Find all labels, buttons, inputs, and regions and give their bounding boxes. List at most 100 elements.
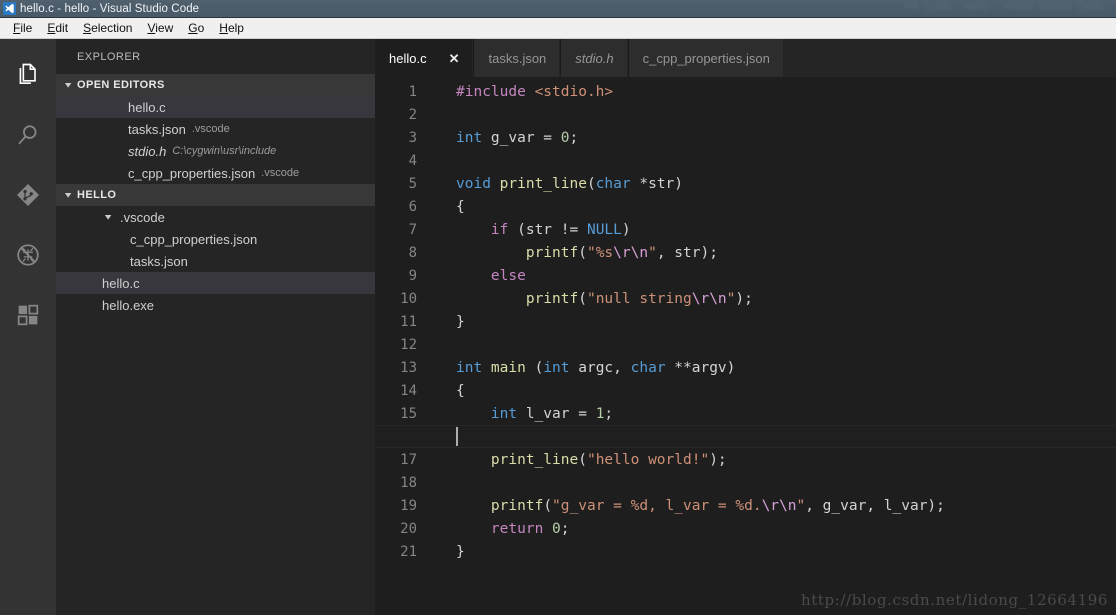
code-line-text: { bbox=[438, 199, 465, 215]
line-number: 3 bbox=[408, 129, 417, 146]
line-number: 2 bbox=[408, 106, 417, 123]
folder-tree-folder[interactable]: .vscode bbox=[56, 206, 375, 228]
code-token: 0 bbox=[552, 520, 561, 537]
code-line: 5 void print_line(char *str) bbox=[375, 172, 1116, 195]
section-header-open-editors[interactable]: OPEN EDITORS bbox=[56, 74, 375, 96]
line-number: 4 bbox=[408, 152, 417, 169]
code-line-text: int main (int argc, char **argv) bbox=[438, 360, 735, 376]
code-line: 1 #include <stdio.h> bbox=[375, 80, 1116, 103]
line-number: 20 bbox=[400, 520, 417, 537]
code-line-text: printf("g_var = %d, l_var = %d.\r\n", g_… bbox=[438, 498, 945, 514]
explorer-title: EXPLORER bbox=[77, 50, 141, 63]
line-number: 18 bbox=[400, 474, 417, 491]
menu-item-go[interactable]: Go bbox=[181, 19, 212, 37]
editor-tab[interactable]: tasks.json bbox=[473, 39, 561, 77]
code-line: 4 bbox=[375, 149, 1116, 172]
code-line: 14 { bbox=[375, 379, 1116, 402]
menu-item-help[interactable]: Help bbox=[212, 19, 252, 37]
open-editor-item[interactable]: stdio.h C:\cygwin\usr\include bbox=[56, 140, 375, 162]
debug-icon bbox=[14, 241, 42, 269]
activity-item-explorer[interactable] bbox=[0, 45, 56, 105]
activity-item-debug[interactable] bbox=[0, 225, 56, 285]
code-token: ) bbox=[621, 221, 631, 238]
menu-item-view[interactable]: View bbox=[140, 19, 181, 37]
code-token: ( bbox=[578, 244, 587, 261]
open-editor-filename: stdio.h bbox=[128, 143, 167, 159]
code-line: 2 bbox=[375, 103, 1116, 126]
code-line-text: { bbox=[438, 383, 465, 399]
code-token: ); bbox=[709, 451, 727, 468]
section-header-folder[interactable]: HELLO bbox=[56, 184, 375, 206]
code-token: g_var = bbox=[490, 129, 561, 146]
file-name: hello.c bbox=[102, 275, 140, 291]
tab-bar-filler bbox=[783, 39, 1116, 77]
file-name: c_cpp_properties.json bbox=[130, 231, 258, 247]
code-token: ; bbox=[604, 405, 614, 422]
code-token: int bbox=[490, 405, 526, 422]
menu-item-file[interactable]: File bbox=[6, 19, 40, 37]
code-token: <stdio.h> bbox=[534, 83, 614, 100]
open-editor-filepath: .vscode bbox=[261, 167, 300, 179]
code-token: " bbox=[796, 497, 806, 514]
line-number: 15 bbox=[400, 405, 417, 422]
line-number: 1 bbox=[408, 83, 417, 100]
chevron-down-icon bbox=[102, 211, 115, 224]
source-control-icon bbox=[13, 180, 43, 210]
search-icon bbox=[14, 121, 42, 149]
editor-group: hello.c ✕ tasks.json stdio.h c_cpp_propertie… bbox=[375, 39, 1116, 615]
open-editor-filename: tasks.json bbox=[128, 121, 186, 137]
code-token: char bbox=[595, 175, 640, 192]
code-line: 16 bbox=[375, 425, 1116, 448]
code-token: 0 bbox=[560, 129, 570, 146]
folder-tree-file[interactable]: hello.c bbox=[56, 272, 375, 294]
menu-item-edit[interactable]: Edit bbox=[40, 19, 76, 37]
code-line: 8 printf("%s\r\n", str); bbox=[375, 241, 1116, 264]
open-editor-filepath: .vscode bbox=[191, 123, 230, 135]
code-token: "g_var = %d, l_var = %d. bbox=[552, 497, 762, 514]
code-line-text: } bbox=[438, 544, 465, 560]
code-token: "%s bbox=[586, 244, 614, 261]
code-editor[interactable]: 1 #include <stdio.h> 2 3 int g_var = 0; 4 5 voi… bbox=[375, 77, 1116, 615]
vscode-window: hello.c - hello - Visual Studio Code VS … bbox=[0, 0, 1116, 615]
activity-item-extensions[interactable] bbox=[0, 285, 56, 345]
open-editor-item[interactable]: c_cpp_properties.json .vscode bbox=[56, 162, 375, 184]
open-editor-item[interactable]: hello.c bbox=[56, 96, 375, 118]
line-number: 16 bbox=[400, 428, 417, 445]
code-token: if bbox=[490, 221, 509, 238]
activity-bar bbox=[0, 39, 56, 615]
code-lines: 1 #include <stdio.h> 2 3 int g_var = 0; 4 5 voi… bbox=[375, 77, 1116, 615]
editor-tab-bar: hello.c ✕ tasks.json stdio.h c_cpp_propertie… bbox=[375, 39, 1116, 77]
folder-tree-file[interactable]: tasks.json bbox=[56, 250, 375, 272]
code-line-text: int l_var = 1; bbox=[438, 406, 613, 422]
code-token: ( bbox=[586, 175, 596, 192]
folder-tree-list: .vscode c_cpp_properties.json tasks.json he… bbox=[56, 206, 375, 316]
open-editor-item[interactable]: tasks.json .vscode bbox=[56, 118, 375, 140]
activity-item-search[interactable] bbox=[0, 105, 56, 165]
section-header-label: HELLO bbox=[77, 189, 117, 201]
code-line-text: if (str != NULL) bbox=[438, 222, 631, 238]
line-number: 11 bbox=[400, 313, 417, 330]
editor-tab[interactable]: c_cpp_properties.json bbox=[627, 39, 784, 77]
sidebar-explorer: EXPLORER OPEN EDITORS hello.c tasks.json.… bbox=[56, 39, 375, 615]
activity-item-source-control[interactable] bbox=[0, 165, 56, 225]
folder-name: .vscode bbox=[120, 209, 165, 225]
code-line: 12 bbox=[375, 333, 1116, 356]
code-token: \r\n bbox=[613, 244, 649, 261]
menu-item-selection[interactable]: Selection bbox=[76, 19, 140, 37]
close-icon[interactable]: ✕ bbox=[449, 52, 460, 65]
folder-tree-file[interactable]: hello.exe bbox=[56, 294, 375, 316]
text-cursor bbox=[456, 427, 458, 446]
code-line-text: print_line("hello world!"); bbox=[438, 452, 727, 468]
editor-tab[interactable]: hello.c ✕ bbox=[375, 39, 474, 77]
editor-tab-label: hello.c bbox=[389, 50, 427, 66]
folder-tree-file[interactable]: c_cpp_properties.json bbox=[56, 228, 375, 250]
editor-tab-label: tasks.json bbox=[488, 50, 547, 66]
code-line: 20 return 0; bbox=[375, 517, 1116, 540]
editor-tab[interactable]: stdio.h bbox=[560, 39, 628, 77]
code-token: } bbox=[456, 543, 465, 560]
code-token: } bbox=[456, 313, 465, 330]
